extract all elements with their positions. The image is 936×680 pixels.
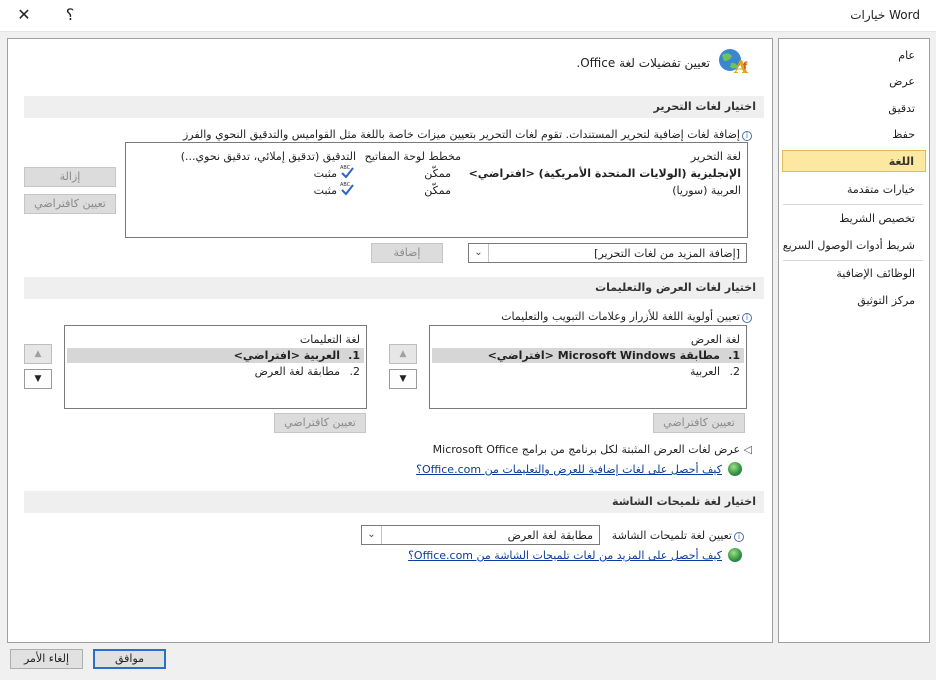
editing-section-title: اختيار لغات التحرير	[24, 96, 764, 118]
remove-button[interactable]: إزالة	[24, 167, 116, 187]
display-list-header: لغة العرض	[690, 333, 740, 346]
display-move-down-button[interactable]: ▼	[389, 369, 417, 389]
info-icon: i	[742, 131, 752, 141]
help-button[interactable]: ؟	[52, 0, 88, 30]
set-default-display-button[interactable]: تعيين كافتراضي	[653, 413, 745, 433]
sidebar: عام عرض تدقيق حفظ اللغة خيارات متقدمة تخ…	[778, 38, 930, 643]
ok-button[interactable]: موافق	[93, 649, 166, 669]
sidebar-item-display[interactable]: عرض	[779, 71, 929, 93]
help-language-list[interactable]: لغة التعليمات 1. العربية <افتراضي> 2. مط…	[64, 325, 367, 409]
svg-text:f: f	[743, 61, 748, 72]
editing-languages-table: لغة التحرير مخطط لوحة المفاتيح التدقيق (…	[125, 142, 748, 238]
sidebar-item-proofing[interactable]: تدقيق	[779, 98, 929, 120]
sidebar-divider	[783, 260, 923, 261]
globe-link-icon	[728, 462, 742, 476]
window-title: خيارات Word	[850, 8, 920, 22]
set-default-help-button[interactable]: تعيين كافتراضي	[274, 413, 366, 433]
screentip-help-link[interactable]: كيف أحصل على المزيد من لغات تلميحات الشا…	[408, 549, 722, 562]
display-description: iتعيين أولوية اللغة للأزرار وعلامات التب…	[501, 310, 752, 323]
sidebar-item-language[interactable]: اللغة	[782, 150, 926, 172]
page-title: تعيين تفضيلات لغة Office.	[576, 56, 710, 70]
screentip-label: iتعيين لغة تلميحات الشاشة	[612, 529, 744, 542]
row-keyboard: ممكّن	[424, 167, 451, 180]
spellcheck-icon: ABC	[340, 165, 354, 179]
display-language-list[interactable]: لغة العرض 1. مطابقة Microsoft Windows <ا…	[429, 325, 747, 409]
main-panel: A f تعيين تفضيلات لغة Office. اختيار لغا…	[7, 38, 773, 643]
close-button[interactable]: ✕	[6, 0, 42, 30]
list-item-number: 1.	[348, 349, 360, 362]
help-list-header: لغة التعليمات	[299, 333, 360, 346]
expand-installed-languages[interactable]: ◁ عرض لغات العرض المثبتة لكل برنامج من ب…	[433, 443, 752, 456]
help-move-up-button[interactable]: ▲	[24, 344, 52, 364]
add-editing-language-combo[interactable]: [إضافة المزيد من لغات التحرير] ⌄	[468, 243, 747, 263]
column-header-proofing: التدقيق (تدقيق إملائي، تدقيق نحوي...)	[180, 150, 356, 163]
row-language: الإنجليزية (الولايات المتحدة الأمريكية) …	[468, 167, 741, 180]
combo-value: [إضافة المزيد من لغات التحرير]	[594, 247, 740, 260]
sidebar-item-advanced[interactable]: خيارات متقدمة	[779, 179, 929, 201]
up-arrow-icon: ▲	[34, 349, 42, 359]
sidebar-item-customize-ribbon[interactable]: تخصيص الشريط	[779, 208, 929, 230]
title-bar: خيارات Word ؟ ✕	[0, 0, 936, 32]
row-keyboard: ممكّن	[424, 184, 451, 197]
editing-description: iإضافة لغات إضافية لتحرير المستندات. تقو…	[183, 128, 752, 141]
chevron-down-icon[interactable]: ⌄	[362, 526, 382, 544]
info-icon: i	[734, 532, 744, 542]
list-item-number: 2.	[729, 365, 741, 378]
info-icon: i	[742, 313, 752, 323]
sidebar-item-trust-center[interactable]: مركز التوثيق	[779, 290, 929, 312]
help-move-down-button[interactable]: ▼	[24, 369, 52, 389]
display-help-link[interactable]: كيف أحصل على لغات إضافية للعرض والتعليما…	[416, 463, 722, 476]
set-default-editing-button[interactable]: تعيين كافتراضي	[24, 194, 116, 214]
column-header-keyboard: مخطط لوحة المفاتيح	[364, 150, 461, 163]
list-item-label: مطابقة لغة العرض	[254, 365, 340, 378]
sidebar-divider	[783, 204, 923, 205]
globe-link-icon	[728, 548, 742, 562]
list-item-label: العربية	[689, 365, 720, 378]
spellcheck-icon: ABC	[340, 182, 354, 196]
add-button[interactable]: إضافة	[371, 243, 443, 263]
screentip-language-combo[interactable]: مطابقة لغة العرض ⌄	[361, 525, 600, 545]
row-proofing: مثبت	[313, 184, 337, 197]
list-item-label: العربية <افتراضي>	[233, 349, 340, 362]
combo-value: مطابقة لغة العرض	[507, 529, 593, 542]
chevron-down-icon[interactable]: ⌄	[469, 244, 489, 262]
sidebar-item-save[interactable]: حفظ	[779, 124, 929, 146]
cancel-button[interactable]: إلغاء الأمر	[10, 649, 83, 669]
row-proofing: مثبت	[313, 167, 337, 180]
sidebar-item-quick-access[interactable]: شريط أدوات الوصول السريع	[779, 235, 929, 257]
list-item-number: 2.	[349, 365, 361, 378]
list-item-number: 1.	[728, 349, 740, 362]
sidebar-item-addins[interactable]: الوظائف الإضافية	[779, 263, 929, 285]
column-header-language: لغة التحرير	[690, 150, 741, 163]
svg-text:ABC: ABC	[340, 182, 351, 188]
screentip-section-title: اختيار لغة تلميحات الشاشة	[24, 491, 764, 513]
language-globe-icon: A f	[719, 49, 749, 78]
display-section-title: اختيار لغات العرض والتعليمات	[24, 277, 764, 299]
up-arrow-icon: ▲	[399, 349, 407, 359]
triangle-left-icon: ◁	[743, 443, 752, 456]
sidebar-item-general[interactable]: عام	[779, 45, 929, 67]
svg-text:ABC: ABC	[340, 165, 351, 171]
down-arrow-icon: ▼	[399, 374, 407, 384]
list-item-label: مطابقة Microsoft Windows <افتراضي>	[487, 349, 720, 362]
down-arrow-icon: ▼	[34, 374, 42, 384]
row-language: العربية (سوريا)	[672, 184, 741, 197]
display-move-up-button[interactable]: ▲	[389, 344, 417, 364]
